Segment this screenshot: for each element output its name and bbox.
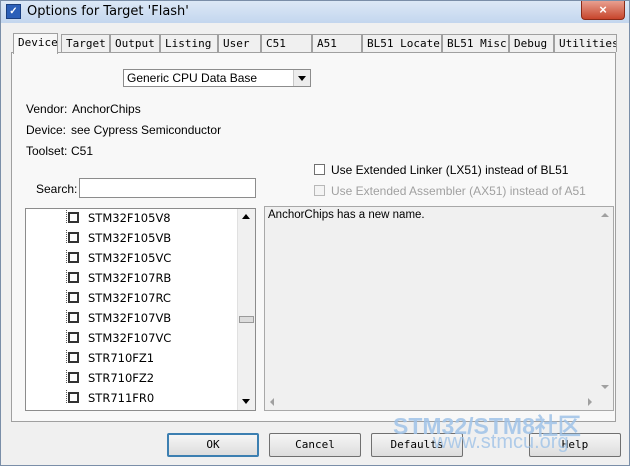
lx51-label[interactable]: Use Extended Linker (LX51) instead of BL… <box>331 163 568 177</box>
vendor-value: AnchorChips <box>72 102 141 116</box>
chip-icon <box>66 390 79 403</box>
description-vertical-scrollbar <box>597 207 613 393</box>
scrollbar-thumb[interactable] <box>239 316 254 323</box>
tab-c51[interactable]: C51 <box>261 34 312 52</box>
description-text: AnchorChips has a new name. <box>268 209 425 221</box>
search-input[interactable] <box>79 178 256 198</box>
chip-icon <box>66 370 79 383</box>
chip-icon <box>66 230 79 243</box>
watermark-url: www.stmcu.org <box>433 431 569 453</box>
list-item[interactable]: STR710FZ2 <box>66 369 238 389</box>
scroll-down-icon[interactable] <box>238 393 255 410</box>
list-item[interactable]: STM32F107VB <box>66 309 238 329</box>
list-item[interactable]: STR711FR0 <box>66 389 238 409</box>
scroll-up-icon[interactable] <box>238 209 255 226</box>
lx51-checkbox[interactable] <box>314 164 325 175</box>
chip-icon <box>66 270 79 283</box>
list-item[interactable]: STR710FZ1 <box>66 349 238 369</box>
title-bar[interactable]: ✓ Options for Target 'Flash' × <box>1 1 629 23</box>
list-item[interactable]: STM32F107RB <box>66 269 238 289</box>
chip-icon <box>66 210 79 223</box>
chip-icon <box>66 330 79 343</box>
chevron-down-icon[interactable] <box>293 70 310 86</box>
window-title: Options for Target 'Flash' <box>27 4 189 19</box>
device-list[interactable]: STM32F105V8 STM32F105VB STM32F105VC STM3… <box>25 208 256 411</box>
toolset-value: C51 <box>71 144 94 158</box>
list-item[interactable]: STM32F105V8 <box>66 209 238 229</box>
device-database-value: Generic CPU Data Base <box>127 71 258 85</box>
tab-user[interactable]: User <box>218 34 261 52</box>
search-label: Search: <box>36 182 78 196</box>
device-database-select[interactable]: Generic CPU Data Base <box>123 69 311 87</box>
tab-listing[interactable]: Listing <box>160 34 218 52</box>
ax51-checkbox <box>314 185 325 196</box>
ok-button[interactable]: OK <box>167 433 259 457</box>
list-item[interactable]: STM32F105VC <box>66 249 238 269</box>
list-item[interactable]: STM32F105VB <box>66 229 238 249</box>
chip-icon <box>66 290 79 303</box>
device-description: AnchorChips has a new name. <box>264 206 614 411</box>
tab-target[interactable]: Target <box>61 34 110 52</box>
list-item[interactable]: STM32F107VC <box>66 329 238 349</box>
vendor-label: Vendor: <box>26 102 68 116</box>
toolset-label: Toolset: <box>26 144 68 158</box>
chip-icon <box>66 310 79 323</box>
scroll-down-icon <box>601 385 609 389</box>
cancel-button[interactable]: Cancel <box>269 433 361 457</box>
close-button[interactable]: × <box>581 1 625 20</box>
tab-a51[interactable]: A51 <box>312 34 362 52</box>
chip-icon <box>66 350 79 363</box>
device-label: Device: <box>26 123 67 137</box>
chip-icon <box>66 250 79 263</box>
tab-bl51-locate[interactable]: BL51 Locate <box>362 34 442 52</box>
tab-bl51-misc[interactable]: BL51 Misc <box>442 34 509 52</box>
device-value: see Cypress Semiconductor <box>71 123 222 137</box>
scroll-left-icon <box>270 398 274 406</box>
device-list-scrollbar[interactable] <box>237 209 255 410</box>
options-dialog: ✓ Options for Target 'Flash' × Device Ta… <box>0 0 630 466</box>
tab-device[interactable]: Device <box>13 33 58 54</box>
ax51-label: Use Extended Assembler (AX51) instead of… <box>331 184 586 198</box>
list-item[interactable]: STM32F107RC <box>66 289 238 309</box>
app-icon: ✓ <box>6 4 21 19</box>
tab-utilities[interactable]: Utilities <box>554 34 617 52</box>
scroll-right-icon <box>588 398 592 406</box>
tab-output[interactable]: Output <box>110 34 160 52</box>
tab-debug[interactable]: Debug <box>509 34 554 52</box>
scroll-up-icon <box>601 213 609 217</box>
